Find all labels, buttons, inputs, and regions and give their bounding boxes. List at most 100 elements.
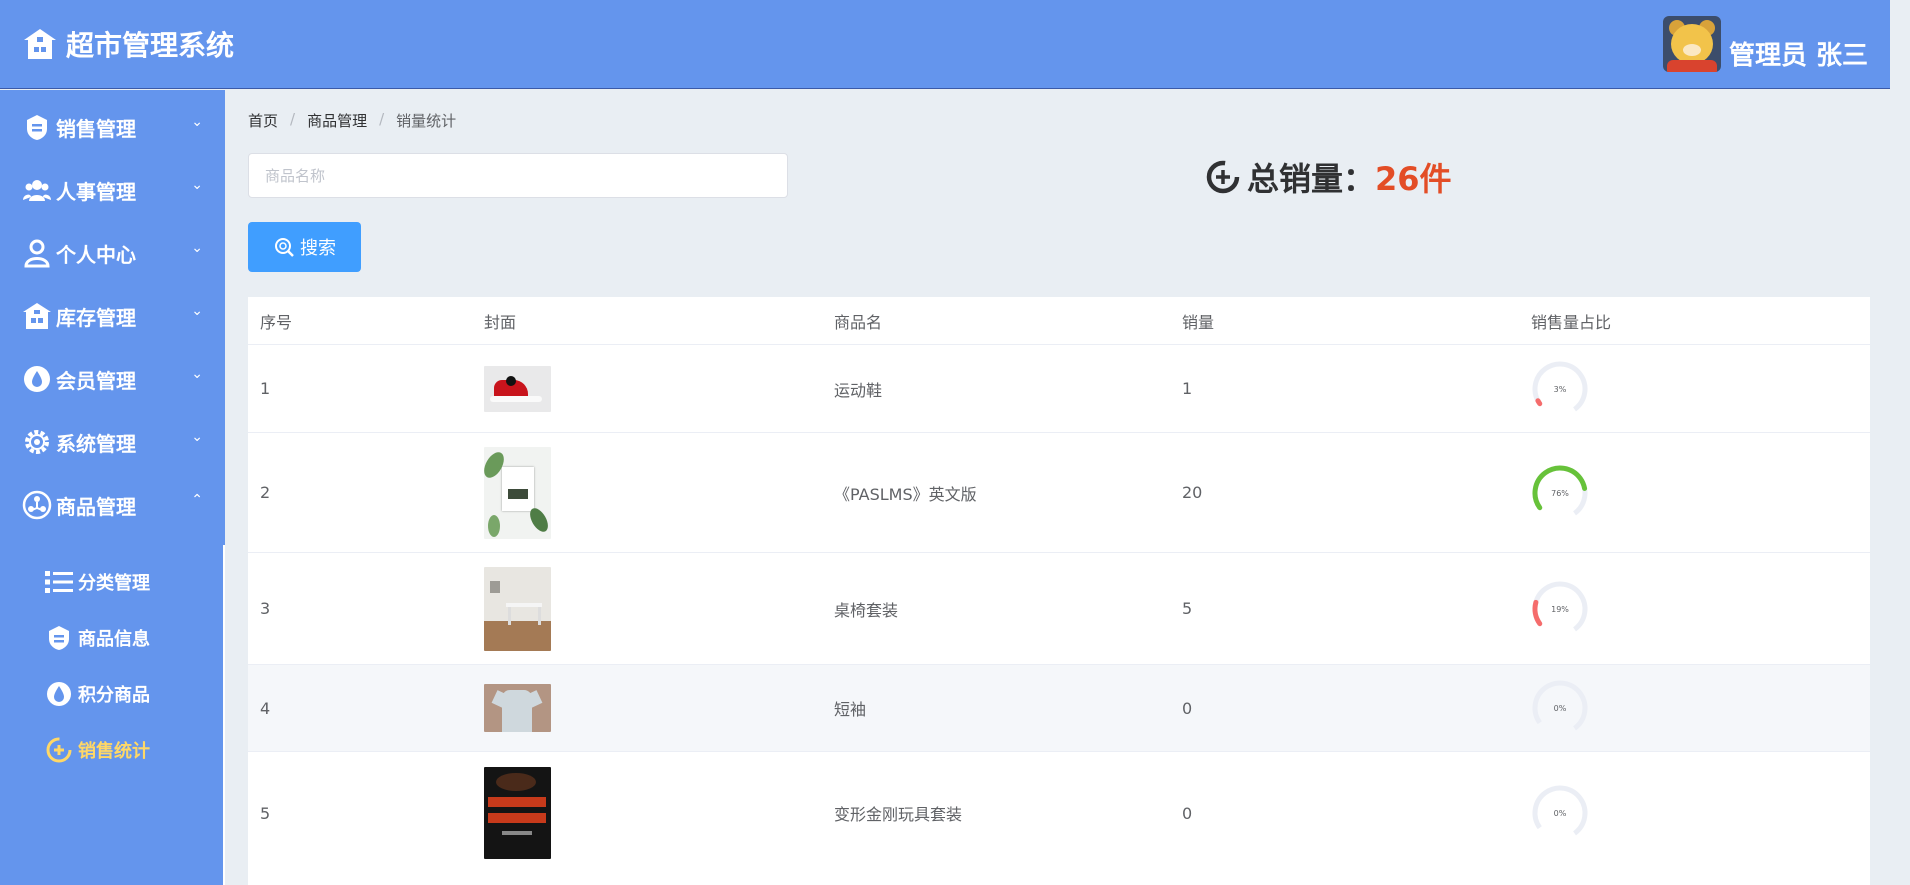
table-row: 1 运动鞋 1 3%	[248, 344, 1870, 432]
app-title: 超市管理系统	[66, 29, 235, 62]
percent-label: 76%	[1551, 489, 1569, 498]
search-icon	[275, 238, 294, 257]
sidebar-item-goods-info[interactable]: 商品信息	[44, 620, 150, 656]
cell-index: 3	[260, 599, 271, 618]
sidebar-item-sales-stats[interactable]: 销售统计	[44, 732, 150, 768]
user-name: 管理员 张三	[1728, 41, 1868, 71]
warehouse-icon	[23, 303, 51, 329]
settings-icon	[25, 430, 49, 454]
total-sales-label: 总销量：	[1247, 160, 1376, 198]
chevron-down-icon: ⌄	[191, 303, 203, 319]
percent-ring: 76%	[1532, 465, 1588, 520]
store-icon	[24, 29, 56, 59]
stats-icon	[46, 737, 72, 763]
desk-chair-image	[484, 566, 551, 651]
sidebar-item-label: 分类管理	[78, 573, 150, 594]
cell-index: 4	[260, 698, 271, 718]
goods-icon	[22, 490, 52, 520]
breadcrumb-current: 销量统计	[396, 112, 457, 130]
search-button-label: 搜索	[300, 238, 336, 259]
search-button[interactable]: 搜索	[248, 222, 361, 272]
sidebar-item-sales[interactable]: 销售管理 ⌄	[0, 102, 225, 152]
cell-index: 2	[260, 483, 271, 502]
percent-ring: 0%	[1532, 680, 1588, 736]
sidebar-item-label: 个人中心	[56, 242, 136, 267]
breadcrumb-home[interactable]: 首页	[248, 110, 278, 131]
sidebar-item-label: 积分商品	[78, 685, 150, 706]
sidebar-item-profile[interactable]: 个人中心 ⌄	[0, 228, 225, 278]
sidebar-item-label: 商品管理	[56, 494, 136, 519]
column-header-sales: 销量	[1182, 313, 1215, 332]
percent-ring: 3%	[1532, 361, 1588, 416]
cell-sales: 0	[1182, 803, 1193, 823]
sidebar-item-label: 会员管理	[56, 368, 136, 393]
cell-sales: 0	[1182, 698, 1193, 718]
cell-name: 桌椅套装	[834, 600, 899, 620]
cell-index: 5	[260, 803, 271, 823]
goods-info-icon	[49, 626, 69, 650]
cell-name: 短袖	[834, 700, 867, 719]
sidebar-item-members[interactable]: 会员管理 ⌄	[0, 354, 225, 404]
table-row: 5 变形金刚玩具套装 0 0%	[248, 751, 1870, 874]
cell-sales: 5	[1182, 599, 1193, 618]
user-icon	[24, 239, 50, 268]
sidebar-item-label: 销售管理	[56, 116, 136, 141]
avatar[interactable]	[1662, 16, 1721, 72]
sales-table: 序号 封面 商品名 销量 销售量占比 1 运动鞋 1 3% 2 《PASLMS》…	[248, 297, 1870, 885]
table-row: 4 短袖 0 0%	[248, 664, 1870, 751]
search-input[interactable]	[248, 153, 788, 198]
total-sales: 总销量： 26件	[1205, 154, 1452, 200]
user-menu[interactable]: 管理员 张三	[1662, 16, 1868, 72]
chevron-down-icon: ⌄	[191, 429, 203, 445]
points-icon	[47, 682, 71, 706]
chevron-up-icon: ⌃	[191, 492, 203, 508]
sidebar-item-label: 人事管理	[56, 179, 136, 204]
sidebar-item-label: 商品信息	[78, 629, 150, 650]
top-header: 超市管理系统 管理员 张三	[0, 0, 1890, 89]
percent-label: 0%	[1554, 809, 1567, 818]
total-sales-value: 26件	[1375, 160, 1452, 198]
cell-name: 《PASLMS》英文版	[834, 484, 977, 504]
cell-sales: 1	[1182, 379, 1193, 398]
percent-ring: 19%	[1532, 581, 1588, 636]
column-header-cover: 封面	[484, 313, 517, 332]
breadcrumb-goods[interactable]: 商品管理	[307, 110, 367, 131]
sidebar-item-goods[interactable]: 商品管理 ⌃	[0, 480, 225, 530]
sidebar-item-system[interactable]: 系统管理 ⌄	[0, 417, 225, 467]
percent-label: 3%	[1554, 385, 1567, 394]
sidebar-item-label: 销售统计	[78, 741, 150, 762]
cell-sales: 20	[1182, 483, 1203, 502]
sales-icon	[27, 115, 47, 140]
sidebar-item-points-goods[interactable]: 积分商品	[44, 676, 150, 712]
breadcrumb: 首页 / 商品管理 / 销量统计	[248, 110, 457, 131]
table-row: 2 《PASLMS》英文版 20 76%	[248, 432, 1870, 552]
column-header-index: 序号	[260, 313, 293, 332]
percent-label: 19%	[1551, 605, 1569, 614]
member-icon	[24, 366, 50, 392]
cell-index: 1	[260, 379, 271, 398]
chevron-down-icon: ⌄	[191, 177, 203, 193]
column-header-percent: 销售量占比	[1531, 313, 1612, 332]
book-image	[484, 446, 551, 539]
sidebar-item-inventory[interactable]: 库存管理 ⌄	[0, 291, 225, 341]
sidebar-item-label: 系统管理	[56, 431, 136, 456]
sidebar: 销售管理 ⌄ 人事管理 ⌄ 个人中心 ⌄ 库存管理 ⌄ 会员管理 ⌄ 系统管理 …	[0, 90, 225, 885]
sidebar-item-hr[interactable]: 人事管理 ⌄	[0, 165, 225, 215]
chevron-down-icon: ⌄	[191, 240, 203, 256]
goods-submenu: 分类管理 商品信息 积分商品 销售统计	[0, 545, 225, 885]
table-row: 3 桌椅套装 5 19%	[248, 552, 1870, 664]
cell-name: 变形金刚玩具套装	[834, 805, 963, 824]
column-header-name: 商品名	[834, 313, 883, 332]
poster-image	[484, 767, 551, 859]
sneaker-image	[484, 365, 551, 412]
percent-label: 0%	[1554, 704, 1567, 713]
percent-ring: 0%	[1532, 785, 1588, 841]
people-icon	[23, 180, 51, 201]
cell-name: 运动鞋	[834, 380, 883, 400]
app-logo: 超市管理系统	[22, 24, 234, 64]
list-icon	[45, 571, 73, 593]
tshirt-image	[484, 684, 551, 732]
chevron-down-icon: ⌄	[191, 114, 203, 130]
sidebar-item-category[interactable]: 分类管理	[44, 564, 150, 600]
sidebar-item-label: 库存管理	[56, 305, 136, 330]
